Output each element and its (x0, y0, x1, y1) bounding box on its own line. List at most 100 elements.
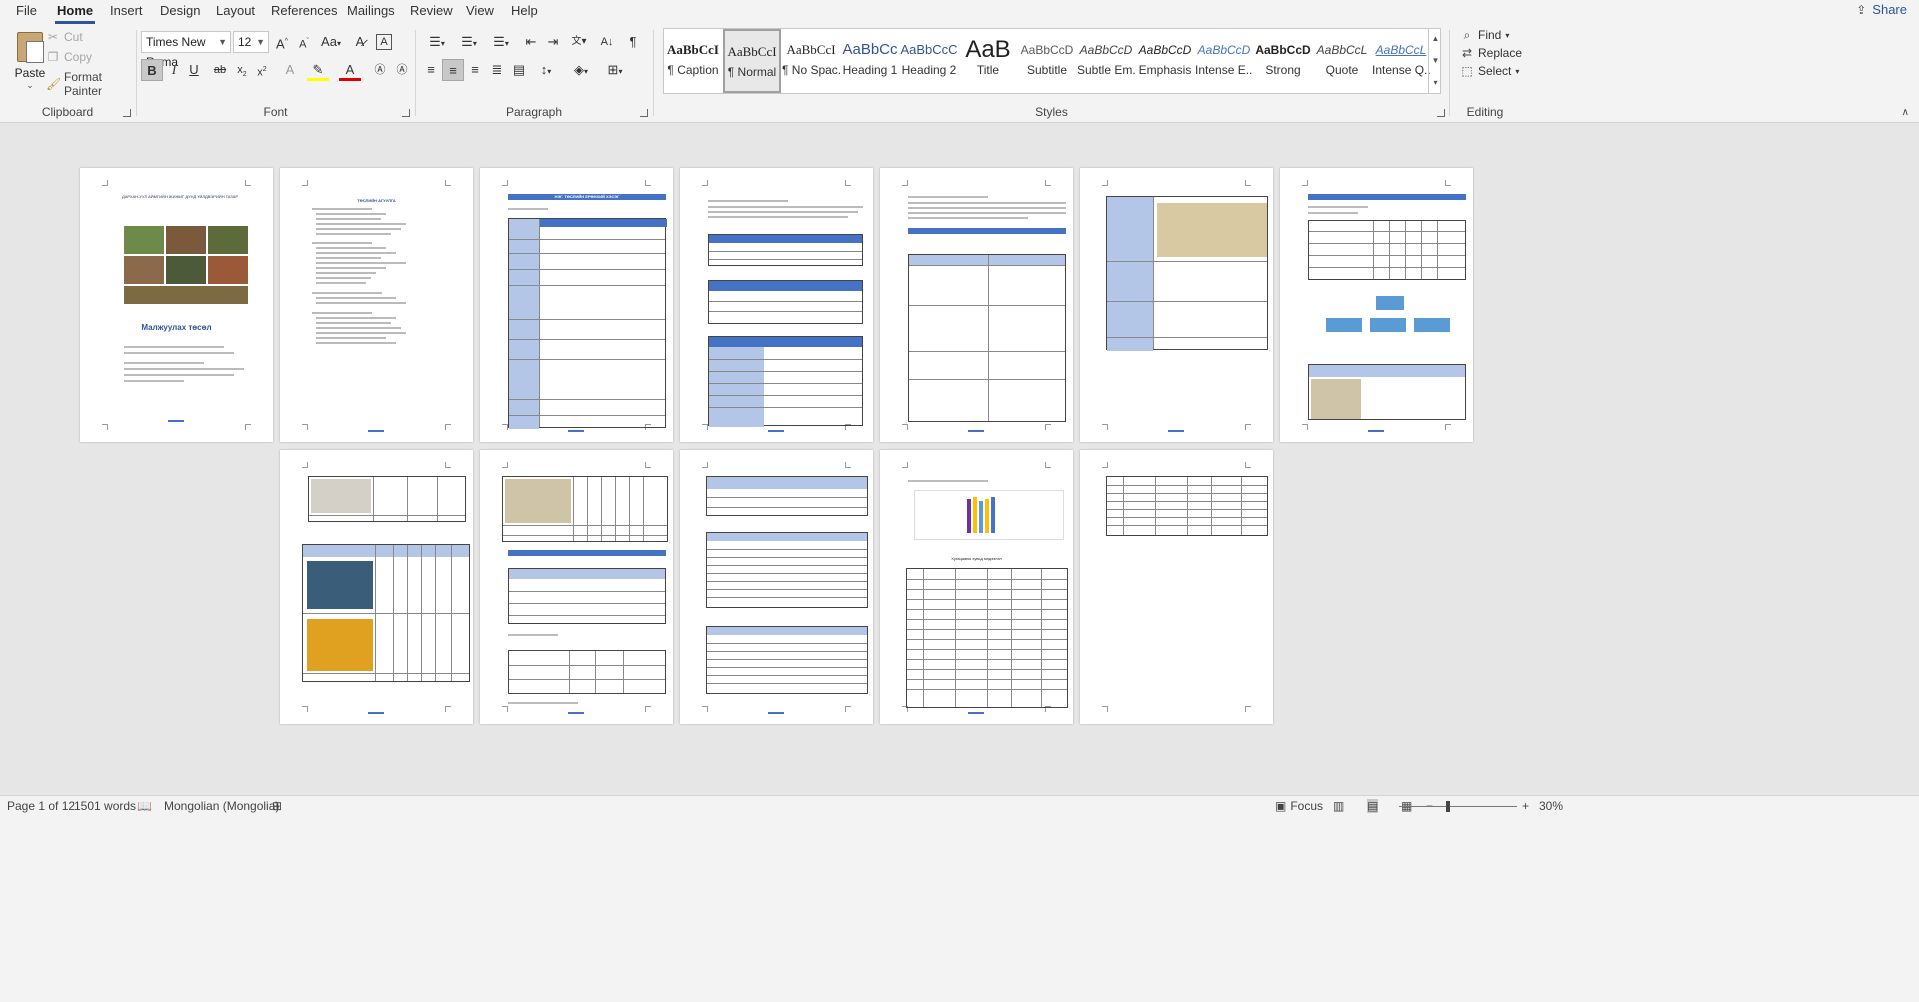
highlight-icon[interactable]: ✎ (307, 59, 329, 81)
page-thumbnail[interactable]: ТӨСЛИЙН АГУУЛГА (280, 168, 473, 442)
shading-icon[interactable]: ◈▾ (566, 59, 596, 81)
distributed-icon[interactable]: ▤ (508, 59, 530, 81)
page-thumbnail[interactable] (680, 450, 873, 724)
justify-icon[interactable]: ≣ (486, 59, 508, 81)
tab-file[interactable]: File (14, 3, 39, 18)
italic-button[interactable]: I (163, 59, 185, 81)
style-no-spacing[interactable]: AaBbCcI ¶ No Spac... (782, 29, 840, 93)
copy-button[interactable]: ❐ Copy (46, 50, 92, 64)
read-mode-icon[interactable]: ▥ (1333, 799, 1344, 813)
zoom-slider-thumb[interactable] (1446, 801, 1450, 812)
paste-button[interactable]: Paste ⌄ (12, 32, 48, 102)
word-count[interactable]: 1501 words (74, 799, 136, 813)
paragraph-launcher-icon[interactable] (640, 109, 648, 117)
macro-icon[interactable]: ⊞ (272, 799, 282, 813)
style-quote[interactable]: AaBbCcL Quote (1313, 29, 1371, 93)
zoom-slider[interactable] (1399, 806, 1517, 807)
zoom-in-button[interactable]: + (1522, 799, 1529, 813)
zoom-level[interactable]: 30% (1539, 799, 1563, 813)
phonetic-guide-icon[interactable]: Ⓐ (391, 59, 413, 81)
language-status[interactable]: Mongolian (Mongolia) (164, 799, 279, 813)
subscript-button[interactable]: x2 (231, 59, 253, 81)
tab-help[interactable]: Help (509, 3, 540, 18)
bullets-icon[interactable]: ☰▾ (422, 31, 452, 53)
paste-label: Paste (14, 66, 46, 80)
style-title[interactable]: AaB Title (959, 29, 1017, 93)
find-button[interactable]: ⌕ Find ▾ (1460, 28, 1510, 42)
style-intense-emphasis[interactable]: AaBbCcD Intense E... (1195, 29, 1253, 93)
shrink-font-button[interactable]: Aˇ (293, 31, 315, 53)
page-thumbnail[interactable]: ДАРХАН-УУЛ АЙМГИЙН ЖИЖИГ ДУНД ҮЙЛДВЭРИЙН… (80, 168, 273, 442)
style-strong[interactable]: AaBbCcD Strong (1254, 29, 1312, 93)
pilcrow-icon[interactable]: ¶ (622, 31, 644, 53)
font-size-select[interactable]: 12 ▼ (233, 31, 269, 53)
proofing-icon[interactable]: 📖 (137, 799, 152, 813)
page-thumbnail[interactable] (1080, 450, 1273, 724)
font-launcher-icon[interactable] (402, 109, 410, 117)
more-styles-icon[interactable]: ▾ (1429, 72, 1442, 94)
tab-design[interactable]: Design (158, 3, 202, 18)
styles-launcher-icon[interactable] (1437, 109, 1445, 117)
page-thumbnail[interactable] (680, 168, 873, 442)
superscript-button[interactable]: x2 (251, 59, 273, 81)
chevron-up-icon[interactable]: ▲ (1429, 28, 1442, 50)
tab-review[interactable]: Review (408, 3, 455, 18)
borders-icon[interactable]: ⊞▾ (600, 59, 630, 81)
align-left-icon[interactable]: ≡ (420, 59, 442, 81)
document-canvas[interactable]: ДАРХАН-УУЛ АЙМГИЙН ЖИЖИГ ДУНД ҮЙЛДВЭРИЙН… (0, 123, 1919, 795)
align-center-icon[interactable]: ≡ (442, 59, 464, 81)
tab-home[interactable]: Home (55, 3, 96, 24)
replace-button[interactable]: ⇄ Replace (1460, 46, 1522, 60)
focus-button[interactable]: ▣ Focus (1275, 799, 1323, 813)
style-emphasis[interactable]: AaBbCcD Emphasis (1136, 29, 1194, 93)
styles-scroll[interactable]: ▲ ▼ ▾ (1428, 28, 1442, 94)
share-button[interactable]: ⇪ Share (1854, 2, 1907, 17)
tab-layout[interactable]: Layout (214, 3, 257, 18)
font-family-select[interactable]: Times New Roma ▼ (141, 31, 231, 69)
text-effects-icon[interactable]: A (279, 59, 301, 81)
page-count[interactable]: Page 1 of 12 (7, 799, 75, 813)
align-right-icon[interactable]: ≡ (464, 59, 486, 81)
cut-button[interactable]: ✂ Cut (46, 30, 83, 44)
chinese-layout-icon[interactable]: 文▾ (566, 31, 592, 53)
chevron-down-icon[interactable]: ▼ (1429, 50, 1442, 72)
style-heading-1[interactable]: AaBbCc Heading 1 (841, 29, 899, 93)
collapse-ribbon-icon[interactable]: ∧ (1902, 107, 1909, 118)
style-subtle-emphasis[interactable]: AaBbCcD Subtle Em... (1077, 29, 1135, 93)
numbering-icon[interactable]: ☰▾ (454, 31, 484, 53)
style-normal[interactable]: AaBbCcI ¶ Normal (723, 29, 781, 93)
tab-references[interactable]: References (269, 3, 339, 18)
page-thumbnail[interactable]: Хугацааны хувьд мэдээлэл (880, 450, 1073, 724)
print-layout-icon[interactable]: ▤ (1367, 799, 1379, 813)
clear-formatting-icon[interactable]: A̷ (349, 31, 371, 53)
format-painter-button[interactable]: 🖌 Format Painter (46, 70, 135, 98)
font-color-icon[interactable]: A (339, 59, 361, 81)
grow-font-button[interactable]: A^ (271, 31, 293, 53)
line-spacing-icon[interactable]: ↕▾ (532, 59, 560, 81)
style-caption[interactable]: AaBbCcI ¶ Caption (664, 29, 722, 93)
clipboard-launcher-icon[interactable] (123, 109, 131, 117)
page-thumbnail[interactable] (1280, 168, 1473, 442)
tab-view[interactable]: View (464, 3, 496, 18)
tab-mailings[interactable]: Mailings (345, 3, 397, 18)
page-thumbnail[interactable] (280, 450, 473, 724)
page-thumbnail[interactable] (880, 168, 1073, 442)
page-thumbnail[interactable] (1080, 168, 1273, 442)
character-border-icon[interactable]: A (376, 34, 392, 50)
underline-button[interactable]: U (183, 59, 205, 81)
page-thumbnail[interactable] (480, 450, 673, 724)
select-button[interactable]: ⬚ Select ▾ (1460, 64, 1519, 78)
change-case-button[interactable]: Aa▾ (317, 31, 345, 53)
style-subtitle[interactable]: AaBbCcD Subtitle (1018, 29, 1076, 93)
tab-insert[interactable]: Insert (108, 3, 145, 18)
increase-indent-icon[interactable]: ⇥ (542, 31, 564, 53)
page-thumbnail[interactable]: НЭГ. ТӨСЛИЙН ЕРӨНХИЙ ХЭСЭГ (480, 168, 673, 442)
decrease-indent-icon[interactable]: ⇤ (520, 31, 542, 53)
style-intense-quote[interactable]: AaBbCcL Intense Q... (1372, 29, 1430, 93)
multilevel-list-icon[interactable]: ☰▾ (486, 31, 516, 53)
bold-button[interactable]: B (141, 59, 163, 81)
enclose-characters-icon[interactable]: Ⓐ (369, 59, 391, 81)
strikethrough-button[interactable]: ab (209, 59, 231, 81)
style-heading-2[interactable]: AaBbCcC Heading 2 (900, 29, 958, 93)
sort-icon[interactable]: A↓ (596, 31, 618, 53)
